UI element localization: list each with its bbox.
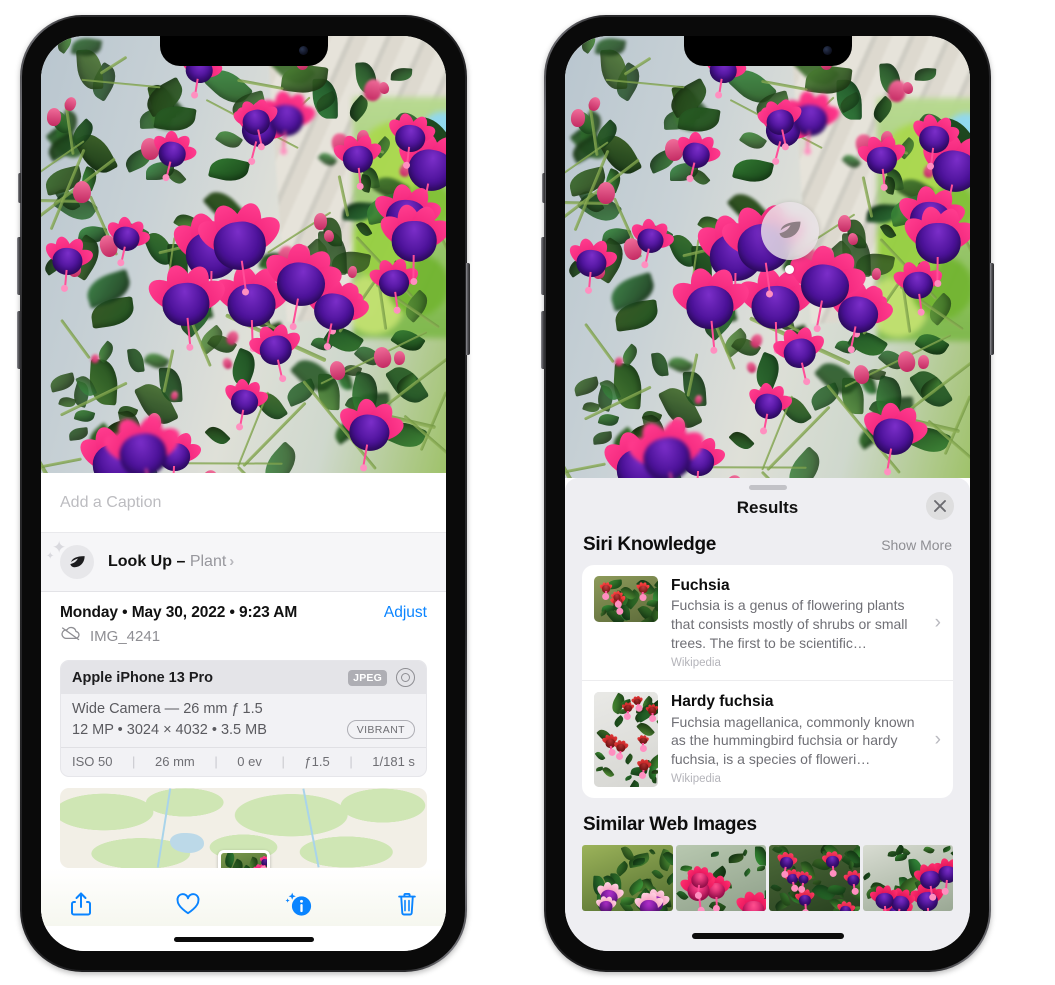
photo-date: Monday • May 30, 2022 • 9:23 AM <box>60 604 298 621</box>
web-image-thumb[interactable] <box>582 845 673 912</box>
photo-viewer[interactable] <box>41 36 446 473</box>
siri-knowledge-card: Fuchsia Fuchsia is a genus of flowering … <box>582 565 953 799</box>
knowledge-row[interactable]: Fuchsia Fuchsia is a genus of flowering … <box>582 565 953 680</box>
home-indicator <box>691 933 844 939</box>
sparkle-small-icon: ✦ <box>46 551 55 562</box>
screenshot-stage: Add a Caption ✦ ✦ Look Up – Plant › Mond… <box>0 0 1055 985</box>
format-badge: JPEG <box>348 669 387 686</box>
knowledge-title: Hardy fuchsia <box>671 693 774 711</box>
share-icon[interactable] <box>69 891 93 917</box>
heart-icon[interactable] <box>175 892 201 916</box>
aperture-icon <box>396 668 415 687</box>
photo-info-panel: Add a Caption ✦ ✦ Look Up – Plant › Mond… <box>41 473 446 951</box>
camera-info-card[interactable]: Apple iPhone 13 Pro JPEG Wide Camera — 2… <box>60 660 427 777</box>
silent-switch[interactable] <box>542 173 545 203</box>
camera-size-line: 12 MP • 3024 × 4032 • 3.5 MB <box>72 721 267 738</box>
leaf-icon: ✦ ✦ <box>46 539 94 579</box>
look-up-label: Look Up – Plant › <box>108 553 234 571</box>
similar-web-images-header: Similar Web Images <box>565 798 970 843</box>
camera-lens-line: Wide Camera — 26 mm ƒ 1.5 <box>72 701 263 717</box>
look-up-title: Look Up <box>108 553 172 570</box>
silent-switch[interactable] <box>18 173 21 203</box>
photo-location-map[interactable] <box>60 788 427 868</box>
exif-value: 26 mm <box>155 754 195 769</box>
exif-separator: | <box>281 754 285 769</box>
web-image-thumb[interactable] <box>769 845 860 912</box>
knowledge-thumbnail <box>594 692 658 788</box>
front-camera <box>298 46 308 55</box>
device-notch <box>683 36 852 66</box>
front-camera <box>822 46 832 55</box>
right-screen: Results Siri Knowledge Show More Fuchsia… <box>565 36 970 951</box>
map-photo-thumbnail <box>217 850 270 868</box>
photo-filename: IMG_4241 <box>90 627 161 645</box>
siri-knowledge-header: Siri Knowledge Show More <box>565 532 970 565</box>
volume-down-button[interactable] <box>541 311 545 369</box>
knowledge-description: Fuchsia is a genus of flowering plants t… <box>671 597 908 651</box>
chevron-right-icon: › <box>934 728 941 750</box>
exif-value: ISO 50 <box>72 754 113 769</box>
visual-look-up-badge[interactable] <box>761 202 819 260</box>
visual-look-up-anchor-dot <box>785 265 794 274</box>
adjust-button[interactable]: Adjust <box>384 604 427 622</box>
results-sheet: Results Siri Knowledge Show More Fuchsia… <box>565 478 970 951</box>
sparkle-icon: ✦ <box>52 538 67 557</box>
look-up-row[interactable]: ✦ ✦ Look Up – Plant › <box>41 533 446 592</box>
caption-input[interactable]: Add a Caption <box>41 473 446 533</box>
close-icon[interactable] <box>926 492 954 520</box>
volume-down-button[interactable] <box>17 311 21 369</box>
knowledge-source: Wikipedia <box>671 657 721 670</box>
right-iphone-device: Results Siri Knowledge Show More Fuchsia… <box>541 15 994 972</box>
camera-device-name: Apple iPhone 13 Pro <box>72 669 213 686</box>
exif-separator: | <box>132 754 136 769</box>
exif-separator: | <box>349 754 353 769</box>
knowledge-description: Fuchsia magellanica, commonly known as t… <box>671 713 915 767</box>
photo-metadata-block: Monday • May 30, 2022 • 9:23 AM Adjust I… <box>41 592 446 652</box>
knowledge-row[interactable]: Hardy fuchsia Fuchsia magellanica, commo… <box>582 680 953 798</box>
look-up-subject: Plant <box>189 553 227 570</box>
knowledge-thumbnail <box>594 576 658 622</box>
exif-value: 0 ev <box>237 754 262 769</box>
side-power-button[interactable] <box>466 263 470 355</box>
info-sparkle-icon[interactable] <box>284 890 314 918</box>
volume-up-button[interactable] <box>541 237 545 295</box>
photo-toolbar <box>41 868 446 926</box>
device-notch <box>159 36 328 66</box>
exif-separator: | <box>214 754 218 769</box>
trash-icon[interactable] <box>396 891 418 917</box>
volume-up-button[interactable] <box>17 237 21 295</box>
exif-value: 1/181 s <box>372 754 415 769</box>
show-more-button[interactable]: Show More <box>881 537 952 553</box>
knowledge-source: Wikipedia <box>671 773 721 786</box>
sheet-title: Results <box>736 498 799 517</box>
section-title: Siri Knowledge <box>583 534 717 555</box>
caption-placeholder: Add a Caption <box>60 493 162 511</box>
look-up-dash: – <box>176 553 186 570</box>
chevron-right-icon: › <box>229 553 235 570</box>
web-image-thumb[interactable] <box>675 845 766 912</box>
section-title: Similar Web Images <box>583 814 757 836</box>
photographic-style-badge: VIBRANT <box>346 720 415 739</box>
side-power-button[interactable] <box>990 263 994 355</box>
home-indicator <box>173 937 314 942</box>
knowledge-title: Fuchsia <box>671 577 730 594</box>
cloud-slash-icon <box>60 626 81 646</box>
web-image-thumb[interactable] <box>862 845 953 912</box>
similar-web-images-strip[interactable] <box>565 845 970 912</box>
exif-value: ƒ1.5 <box>304 754 330 769</box>
left-iphone-device: Add a Caption ✦ ✦ Look Up – Plant › Mond… <box>17 15 470 972</box>
exif-row: ISO 50 | 26 mm | 0 ev | ƒ1.5 | 1/181 s <box>61 747 426 776</box>
left-screen: Add a Caption ✦ ✦ Look Up – Plant › Mond… <box>41 36 446 951</box>
photo-viewer[interactable] <box>565 36 970 478</box>
chevron-right-icon: › <box>934 611 941 633</box>
